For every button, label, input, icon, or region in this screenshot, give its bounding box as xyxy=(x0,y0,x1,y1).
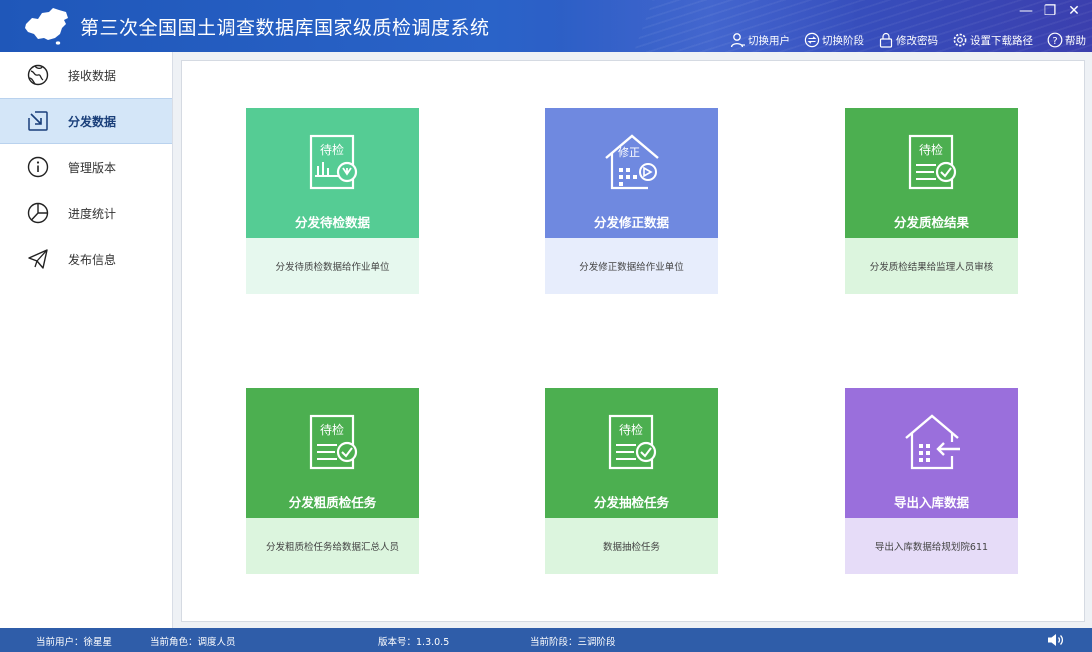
sidebar-item-distribute-data[interactable]: 分发数据 xyxy=(0,98,172,144)
sidebar-nav: 接收数据 分发数据 管理版本 进度统计 发布信息 xyxy=(0,52,173,628)
help-label: 帮助 xyxy=(1065,34,1086,47)
card-export-warehouse-data[interactable]: 导出入库数据 导出入库数据给规划院611 xyxy=(845,388,1018,574)
card-header: 导出入库数据 xyxy=(845,388,1018,518)
sidebar-item-publish-info[interactable]: 发布信息 xyxy=(0,236,172,282)
card-header: 待检 分发质检结果 xyxy=(845,108,1018,238)
globe-icon xyxy=(26,63,50,87)
sidebar-item-label: 进度统计 xyxy=(68,206,117,221)
restore-button[interactable]: ❐ xyxy=(1040,2,1060,20)
gear-icon xyxy=(953,33,967,47)
correction-building-icon: 修正 xyxy=(604,134,659,190)
card-icon-text: 待检 xyxy=(618,422,642,437)
card-title: 导出入库数据 xyxy=(893,495,969,510)
card-header: 修正 分发修正数据 xyxy=(545,108,718,238)
status-current-user: 当前用户：徐星星 xyxy=(36,637,113,648)
close-button[interactable]: ✕ xyxy=(1064,2,1084,20)
rough-check-task-icon: 待检 xyxy=(309,414,357,470)
help-icon: ? xyxy=(1047,32,1063,48)
title-bar: 第三次全国国土调查数据库国家级质检调度系统 — ❐ ✕ 切换用户 切换阶段 修改… xyxy=(0,0,1092,52)
sidebar-item-manage-version[interactable]: 管理版本 xyxy=(0,144,172,190)
minimize-button[interactable]: — xyxy=(1016,2,1036,20)
status-version: 版本号：1.3.0.5 xyxy=(378,637,450,648)
set-download-path-label: 设置下载路径 xyxy=(970,34,1033,47)
change-password-label: 修改密码 xyxy=(896,34,938,47)
switch-stage-label: 切换阶段 xyxy=(822,34,864,47)
status-current-stage: 当前阶段：三调阶段 xyxy=(530,637,616,648)
card-description: 分发修正数据给作业单位 xyxy=(545,238,718,294)
china-map-logo-icon xyxy=(25,8,68,45)
sidebar-item-progress-stats[interactable]: 进度统计 xyxy=(0,190,172,236)
card-description: 分发粗质检任务给数据汇总人员 xyxy=(246,518,419,574)
lock-icon xyxy=(879,32,893,48)
user-switch-icon xyxy=(730,33,745,48)
set-download-path-button[interactable]: 设置下载路径 xyxy=(952,32,1033,48)
sidebar-item-label: 管理版本 xyxy=(68,160,117,175)
card-title: 分发修正数据 xyxy=(593,215,669,230)
window-controls: — ❐ ✕ xyxy=(1016,2,1084,20)
sidebar-item-receive-data[interactable]: 接收数据 xyxy=(0,52,172,98)
card-icon-text: 修正 xyxy=(618,145,640,159)
card-distribute-pending-data[interactable]: 待检 分发待检数据 分发待质检数据给作业单位 xyxy=(246,108,419,294)
app-title: 第三次全国国土调查数据库国家级质检调度系统 xyxy=(80,17,490,39)
help-button[interactable]: ? 帮助 xyxy=(1047,32,1086,48)
card-title: 分发粗质检任务 xyxy=(288,495,377,510)
card-title: 分发待检数据 xyxy=(294,215,370,230)
switch-stage-button[interactable]: 切换阶段 xyxy=(804,32,864,48)
check-result-icon: 待检 xyxy=(908,134,956,190)
card-distribute-check-result[interactable]: 待检 分发质检结果 分发质检结果给监理人员审核 xyxy=(845,108,1018,294)
switch-user-button[interactable]: 切换用户 xyxy=(730,32,790,48)
status-bar: 当前用户：徐星星 当前角色：调度人员 版本号：1.3.0.5 当前阶段：三调阶段 xyxy=(0,628,1092,652)
svg-text:?: ? xyxy=(1052,36,1057,47)
card-distribute-sample-check-task[interactable]: 待检 分发抽检任务 数据抽检任务 xyxy=(545,388,718,574)
card-distribute-correction-data[interactable]: 修正 分发修正数据 分发修正数据给作业单位 xyxy=(545,108,718,294)
distribute-icon xyxy=(26,109,50,133)
card-header: 待检 分发抽检任务 xyxy=(545,388,718,518)
stage-switch-icon xyxy=(804,32,820,48)
card-distribute-rough-check-task[interactable]: 待检 分发粗质检任务 分发粗质检任务给数据汇总人员 xyxy=(246,388,419,574)
card-icon-text: 待检 xyxy=(319,142,343,157)
status-current-role: 当前角色：调度人员 xyxy=(150,637,236,648)
card-icon-text: 待检 xyxy=(918,142,942,157)
switch-user-label: 切换用户 xyxy=(748,34,790,47)
card-title: 分发抽检任务 xyxy=(593,495,669,510)
main-panel: 待检 分发待检数据 分发待质检数据给作业单位 修正 分发修正数据 分发修正数据给… xyxy=(181,60,1085,622)
export-building-icon xyxy=(904,414,960,470)
card-header: 待检 分发待检数据 xyxy=(246,108,419,238)
sidebar-item-label: 分发数据 xyxy=(68,114,117,129)
info-icon xyxy=(26,155,50,179)
card-description: 分发待质检数据给作业单位 xyxy=(246,238,419,294)
pending-check-icon: 待检 xyxy=(309,134,357,190)
card-header: 待检 分发粗质检任务 xyxy=(246,388,419,518)
card-description: 导出入库数据给规划院611 xyxy=(845,518,1018,574)
send-icon xyxy=(26,247,50,271)
sidebar-item-label: 接收数据 xyxy=(68,68,117,83)
sidebar-item-label: 发布信息 xyxy=(68,252,117,267)
change-password-button[interactable]: 修改密码 xyxy=(878,32,938,48)
card-title: 分发质检结果 xyxy=(893,215,969,230)
pie-chart-icon xyxy=(26,201,50,225)
header-toolbar: 切换用户 切换阶段 修改密码 设置下载路径 ? 帮助 xyxy=(730,32,1086,48)
speaker-icon[interactable] xyxy=(1046,631,1064,649)
sample-check-task-icon: 待检 xyxy=(608,414,656,470)
card-description: 数据抽检任务 xyxy=(545,518,718,574)
card-description: 分发质检结果给监理人员审核 xyxy=(845,238,1018,294)
card-icon-text: 待检 xyxy=(319,422,343,437)
